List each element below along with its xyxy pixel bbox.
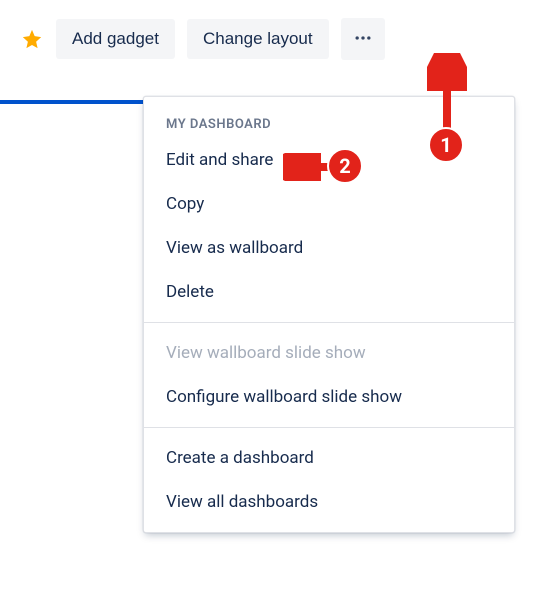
ellipsis-icon: [353, 28, 373, 51]
menu-item-delete[interactable]: Delete: [144, 270, 514, 314]
more-actions-dropdown: MY DASHBOARD Edit and share Copy View as…: [143, 96, 515, 533]
menu-item-configure-wallboard-slideshow[interactable]: Configure wallboard slide show: [144, 375, 514, 419]
toolbar: Add gadget Change layout: [0, 0, 541, 70]
menu-item-copy[interactable]: Copy: [144, 182, 514, 226]
dropdown-divider: [144, 322, 514, 323]
dropdown-section-header: MY DASHBOARD: [144, 105, 514, 138]
change-layout-button[interactable]: Change layout: [187, 19, 329, 59]
menu-item-view-all-dashboards[interactable]: View all dashboards: [144, 480, 514, 524]
star-icon[interactable]: [20, 27, 44, 51]
menu-item-create-dashboard[interactable]: Create a dashboard: [144, 436, 514, 480]
add-gadget-button[interactable]: Add gadget: [56, 19, 175, 59]
menu-item-edit-and-share[interactable]: Edit and share: [144, 138, 514, 182]
dropdown-divider: [144, 427, 514, 428]
more-actions-button[interactable]: [341, 18, 385, 60]
menu-item-view-as-wallboard[interactable]: View as wallboard: [144, 226, 514, 270]
menu-item-view-wallboard-slideshow: View wallboard slide show: [144, 331, 514, 375]
